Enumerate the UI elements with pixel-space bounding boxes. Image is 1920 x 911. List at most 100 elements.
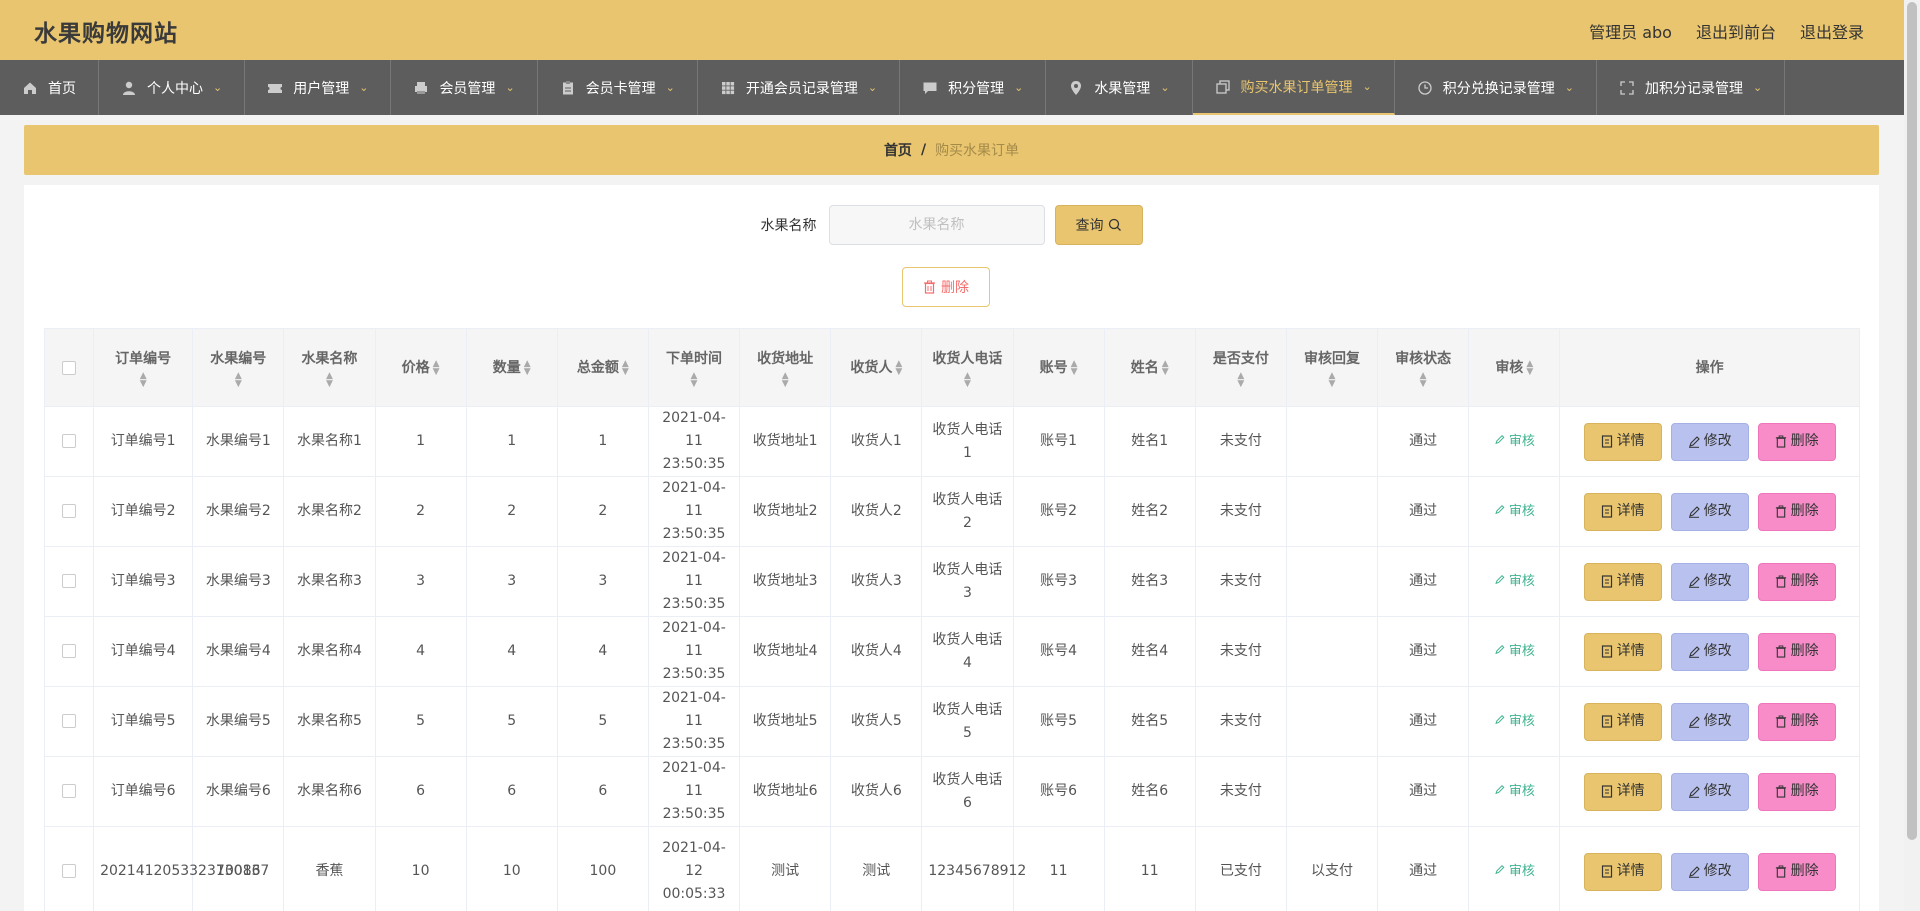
detail-button[interactable]: 详情 xyxy=(1583,852,1662,891)
select-all-checkbox[interactable] xyxy=(62,360,77,375)
sort-caret-icon[interactable]: ▲ ▼ xyxy=(1526,359,1533,376)
sort-caret-icon[interactable]: ▲ ▼ xyxy=(433,359,440,376)
orders-table: 订单编号 ▲ ▼ 水果编号 ▲ ▼ 水果名称 ▲ ▼ 价格 ▲ ▼ 数量 ▲ ▼ 总金额 ▲ ▼ 下单时间 ▲ ▼ 收货地… xyxy=(43,328,1860,911)
table-cell: 姓名1 xyxy=(1103,406,1196,477)
nav-item-0[interactable]: 首页 xyxy=(0,60,99,115)
nav-item-1[interactable]: 个人中心 ⌄ xyxy=(99,60,246,115)
edit-icon xyxy=(1688,576,1700,588)
nav-item-7[interactable]: 水果管理 ⌄ xyxy=(1046,60,1193,115)
table-cell: 4 xyxy=(556,616,649,687)
edit-button[interactable]: 修改 xyxy=(1670,562,1749,601)
column-header-1[interactable]: 水果编号 ▲ ▼ xyxy=(192,328,285,407)
column-header-13[interactable]: 审核回复 ▲ ▼ xyxy=(1285,328,1379,407)
nav-item-3[interactable]: 会员管理 ⌄ xyxy=(391,60,538,115)
detail-button-label: 详情 xyxy=(1616,643,1645,659)
column-header-3[interactable]: 价格 ▲ ▼ xyxy=(374,328,467,407)
logout-link[interactable]: 退出登录 xyxy=(1800,19,1864,43)
column-header-2[interactable]: 水果名称 ▲ ▼ xyxy=(283,328,376,407)
sort-caret-icon[interactable]: ▲ ▼ xyxy=(290,371,368,388)
column-header-9[interactable]: 收货人电话 ▲ ▼ xyxy=(921,328,1014,407)
row-checkbox[interactable] xyxy=(62,784,77,798)
page-scrollbar[interactable] xyxy=(1904,0,1920,911)
sort-caret-icon[interactable]: ▲ ▼ xyxy=(199,371,277,388)
row-checkbox[interactable] xyxy=(62,504,77,518)
table-cell: 2021-04-11 23:50:35 xyxy=(647,616,741,687)
sort-caret-icon[interactable]: ▲ ▼ xyxy=(1293,371,1371,388)
document-icon xyxy=(1601,645,1612,658)
edit-button[interactable]: 修改 xyxy=(1670,772,1749,811)
nav-item-6[interactable]: 积分管理 ⌄ xyxy=(900,60,1047,115)
column-header-10[interactable]: 账号 ▲ ▼ xyxy=(1012,328,1105,407)
row-checkbox[interactable] xyxy=(62,574,77,588)
detail-button[interactable]: 详情 xyxy=(1583,422,1662,461)
nav-item-2[interactable]: 用户管理 ⌄ xyxy=(245,60,392,115)
audit-link[interactable]: 审核 xyxy=(1494,504,1535,519)
exit-to-front-link[interactable]: 退出到前台 xyxy=(1696,19,1776,43)
sort-caret-icon[interactable]: ▲ ▼ xyxy=(100,371,186,388)
nav-item-8[interactable]: 购买水果订单管理 ⌄ xyxy=(1192,60,1395,115)
edit-button[interactable]: 修改 xyxy=(1670,492,1749,531)
scrollbar-thumb[interactable] xyxy=(1907,2,1917,840)
column-header-15[interactable]: 审核 ▲ ▼ xyxy=(1468,328,1561,407)
sort-caret-icon[interactable]: ▲ ▼ xyxy=(1162,359,1169,376)
detail-button[interactable]: 详情 xyxy=(1583,632,1662,671)
column-header-8[interactable]: 收货人 ▲ ▼ xyxy=(830,328,923,407)
audit-link[interactable]: 审核 xyxy=(1494,644,1535,659)
nav-item-5[interactable]: 开通会员记录管理 ⌄ xyxy=(698,60,901,115)
column-header-14[interactable]: 审核状态 ▲ ▼ xyxy=(1377,328,1470,407)
row-checkbox[interactable] xyxy=(62,714,77,728)
column-header-11[interactable]: 姓名 ▲ ▼ xyxy=(1103,328,1196,407)
sort-caret-icon[interactable]: ▲ ▼ xyxy=(655,371,733,388)
nav-item-9[interactable]: 积分兑换记录管理 ⌄ xyxy=(1395,60,1597,115)
breadcrumb-home[interactable]: 首页 xyxy=(884,140,912,160)
sort-caret-icon[interactable]: ▲ ▼ xyxy=(1202,371,1280,388)
sort-caret-icon[interactable]: ▲ ▼ xyxy=(524,359,531,376)
audit-link[interactable]: 审核 xyxy=(1494,434,1535,449)
nav-item-4[interactable]: 会员卡管理 ⌄ xyxy=(538,60,698,115)
nav-item-10[interactable]: 加积分记录管理 ⌄ xyxy=(1597,60,1786,115)
ticket-icon xyxy=(267,80,283,96)
row-checkbox[interactable] xyxy=(62,644,77,658)
detail-button[interactable]: 详情 xyxy=(1583,562,1662,601)
edit-button[interactable]: 修改 xyxy=(1670,422,1749,461)
sort-caret-icon[interactable]: ▲ ▼ xyxy=(1384,371,1462,388)
delete-button[interactable]: 删除 xyxy=(1757,632,1836,671)
audit-link[interactable]: 审核 xyxy=(1494,714,1535,729)
audit-link[interactable]: 审核 xyxy=(1494,784,1535,799)
delete-button[interactable]: 删除 xyxy=(1757,772,1836,811)
column-header-7[interactable]: 收货地址 ▲ ▼ xyxy=(739,328,832,407)
audit-link[interactable]: 审核 xyxy=(1494,864,1535,879)
row-checkbox[interactable] xyxy=(62,434,77,448)
audit-cell: 审核 xyxy=(1468,476,1561,547)
sort-caret-icon[interactable]: ▲ ▼ xyxy=(895,359,902,376)
audit-link[interactable]: 审核 xyxy=(1494,574,1535,589)
column-header-5[interactable]: 总金额 ▲ ▼ xyxy=(556,328,649,407)
detail-button[interactable]: 详情 xyxy=(1583,702,1662,741)
delete-button[interactable]: 删除 xyxy=(1757,852,1836,891)
sort-caret-icon[interactable]: ▲ ▼ xyxy=(746,371,824,388)
operations-cell: 详情 修改 删除 xyxy=(1559,616,1860,687)
batch-delete-button[interactable]: 删除 xyxy=(902,267,990,307)
nav-item-label: 开通会员记录管理 xyxy=(745,80,858,97)
sort-caret-icon[interactable]: ▲ ▼ xyxy=(622,359,629,376)
column-header-0[interactable]: 订单编号 ▲ ▼ xyxy=(93,328,194,407)
edit-button[interactable]: 修改 xyxy=(1670,702,1749,741)
nav-item-label: 个人中心 xyxy=(147,80,203,97)
sort-caret-icon[interactable]: ▲ ▼ xyxy=(928,371,1006,388)
column-header-4[interactable]: 数量 ▲ ▼ xyxy=(465,328,558,407)
sort-caret-icon[interactable]: ▲ ▼ xyxy=(1071,359,1078,376)
edit-button[interactable]: 修改 xyxy=(1670,632,1749,671)
column-header-12[interactable]: 是否支付 ▲ ▼ xyxy=(1194,328,1287,407)
detail-button[interactable]: 详情 xyxy=(1583,492,1662,531)
delete-button[interactable]: 删除 xyxy=(1757,702,1836,741)
detail-button[interactable]: 详情 xyxy=(1583,772,1662,811)
delete-button[interactable]: 删除 xyxy=(1757,492,1836,531)
search-input[interactable] xyxy=(828,205,1045,245)
column-header-6[interactable]: 下单时间 ▲ ▼ xyxy=(647,328,741,407)
nav-item-label: 加积分记录管理 xyxy=(1644,80,1743,97)
delete-button[interactable]: 删除 xyxy=(1757,562,1836,601)
row-checkbox[interactable] xyxy=(62,864,77,878)
edit-button[interactable]: 修改 xyxy=(1670,852,1749,891)
query-button[interactable]: 查询 xyxy=(1054,205,1143,245)
delete-button[interactable]: 删除 xyxy=(1757,422,1836,461)
